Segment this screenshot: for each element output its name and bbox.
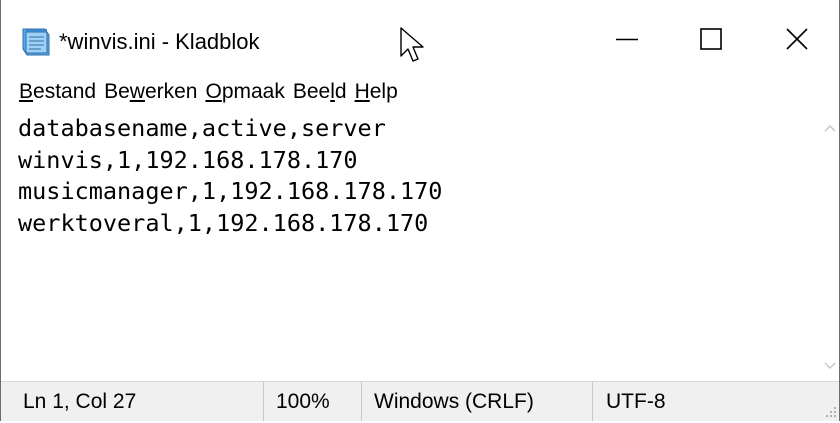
minimize-icon [615,27,639,56]
chevron-up-icon [823,120,837,138]
notepad-window: *winvis.ini - Kladblok Bestand Bewerken … [0,0,840,421]
menu-bar: Bestand Bewerken Opmaak Beeld Help [1,76,839,108]
minimize-button[interactable] [581,10,673,72]
menu-bewerken[interactable]: Bewerken [101,78,200,106]
maximize-button[interactable] [665,10,757,72]
menu-beeld[interactable]: Beeld [290,78,350,106]
status-divider [263,382,264,421]
editor-line: musicmanager,1,192.168.178.170 [18,177,443,205]
close-button[interactable] [751,10,840,72]
editor-line: werktoveral,1,192.168.178.170 [18,208,429,237]
maximize-icon [699,27,723,56]
text-editor[interactable]: databasename,active,server winvis,1,192.… [1,110,819,380]
scroll-down-button[interactable] [820,356,839,378]
mouse-pointer-icon [399,26,425,64]
close-icon [785,27,809,56]
window-title: *winvis.ini - Kladblok [59,29,260,54]
zoom-level: 100% [276,390,330,413]
status-divider [361,382,362,421]
notepad-app-icon [17,27,51,57]
resize-grip-icon[interactable] [823,404,837,418]
title-bar[interactable]: *winvis.ini - Kladblok [1,0,839,76]
menu-opmaak[interactable]: Opmaak [202,78,287,106]
menu-help[interactable]: Help [352,78,401,106]
menu-bestand[interactable]: Bestand [16,78,99,106]
status-divider [592,382,593,421]
vertical-scrollbar[interactable] [820,110,839,380]
chevron-down-icon [823,358,837,376]
editor-line: databasename,active,server [18,114,386,142]
cursor-position: Ln 1, Col 27 [23,390,137,413]
editor-line: winvis,1,192.168.178.170 [18,145,358,174]
scroll-up-button[interactable] [820,118,839,140]
status-bar: Ln 1, Col 27 100% Windows (CRLF) UTF-8 [1,381,839,421]
line-ending: Windows (CRLF) [374,390,534,413]
encoding: UTF-8 [606,390,666,413]
